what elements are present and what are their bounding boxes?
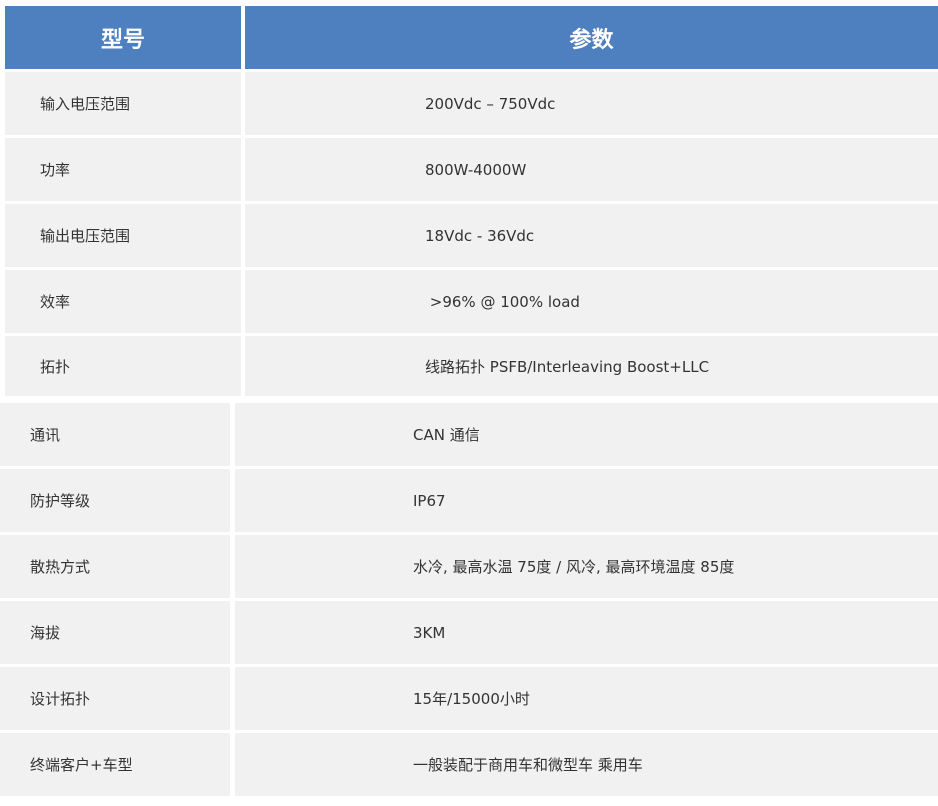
table-row: 功率 800W-4000W [5,138,938,201]
row-label: 输出电压范围 [5,204,241,267]
row-label: 输入电压范围 [5,72,241,135]
row-value: >96% @ 100% load [245,270,938,333]
row-label: 通讯 [0,403,230,466]
row-label: 拓扑 [5,336,241,396]
spec-table: 型号 参数 输入电压范围 200Vdc – 750Vdc 功率 800W-400… [0,0,938,806]
table-row: 拓扑 线路拓扑 PSFB/Interleaving Boost+LLC [5,336,938,396]
row-label: 设计拓扑 [0,667,230,730]
table-row: 输出电压范围 18Vdc - 36Vdc [5,204,938,267]
table-row: 海拔 3KM [0,601,938,664]
row-label: 效率 [5,270,241,333]
row-label: 终端客户+车型 [0,733,230,796]
row-value: 线路拓扑 PSFB/Interleaving Boost+LLC [245,336,938,396]
table-row: 效率 >96% @ 100% load [5,270,938,333]
table-row: 通讯 CAN 通信 [0,403,938,466]
table-row: 输入电压范围 200Vdc – 750Vdc [5,72,938,135]
row-value: 水冷, 最高水温 75度 / 风冷, 最高环境温度 85度 [235,535,938,598]
table-row: 设计拓扑 15年/15000小时 [0,667,938,730]
row-value: 800W-4000W [245,138,938,201]
row-label: 功率 [5,138,241,201]
row-label: 散热方式 [0,535,230,598]
row-label: 防护等级 [0,469,230,532]
row-value: 15年/15000小时 [235,667,938,730]
row-value: 3KM [235,601,938,664]
row-label: 海拔 [0,601,230,664]
table-row: 防护等级 IP67 [0,469,938,532]
table-header: 型号 参数 [5,6,938,69]
row-value: CAN 通信 [235,403,938,466]
header-parameters: 参数 [245,6,938,69]
row-value: IP67 [235,469,938,532]
row-value: 200Vdc – 750Vdc [245,72,938,135]
row-value: 18Vdc - 36Vdc [245,204,938,267]
row-value: 一般装配于商用车和微型车 乘用车 [235,733,938,796]
table-row: 终端客户+车型 一般装配于商用车和微型车 乘用车 [0,733,938,796]
header-model: 型号 [5,6,241,69]
table-row: 散热方式 水冷, 最高水温 75度 / 风冷, 最高环境温度 85度 [0,535,938,598]
